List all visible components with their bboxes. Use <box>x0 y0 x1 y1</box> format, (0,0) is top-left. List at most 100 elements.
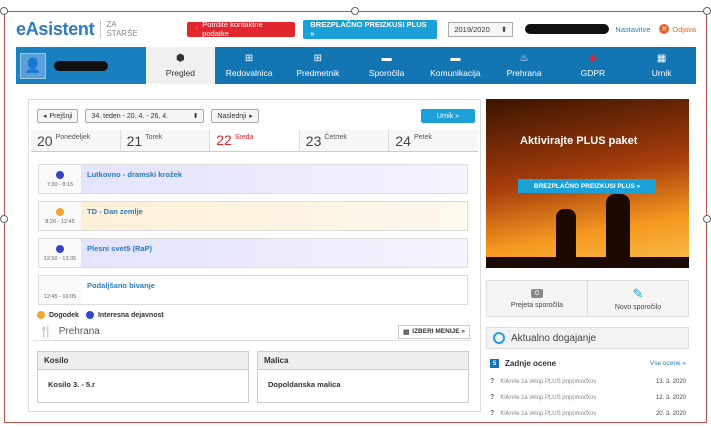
nav-predmetnik[interactable]: ⊞ Predmetnik <box>284 47 353 84</box>
chevron-right-icon: ▸ <box>249 113 253 120</box>
prev-week-button[interactable]: ◂ Prejšnji <box>37 109 79 123</box>
kosilo-value: Kosilo 3. - 5.r <box>48 380 96 389</box>
fork-knife-icon: 🍴 <box>39 326 53 338</box>
received-messages-label: Prejeta sporočila <box>510 301 564 309</box>
grade-row[interactable]: ? Kliknite za vklop PLUS pripomočkov 12.… <box>490 394 686 401</box>
tab-thursday[interactable]: 23 Četrtek <box>299 130 390 151</box>
prehrana-title: Prehrana <box>58 326 100 337</box>
plus-promo-banner[interactable]: Aktivirajte PLUS paket BREZPLAČNO PREIZK… <box>486 99 689 268</box>
schedule-event[interactable]: 12:45 - 16:05 Podaljšano bivanje <box>38 275 468 305</box>
event-time: 12:50 - 13:35 <box>43 255 77 262</box>
confirm-contact-label: Potrdite kontaktne podatke <box>202 20 263 38</box>
grades-header: 5 Zadnje ocene Vse ocene » <box>490 359 686 368</box>
tab-friday[interactable]: 24 Petek <box>389 130 478 151</box>
settings-link[interactable]: Nastavitve <box>615 25 650 34</box>
urnik-button[interactable]: Urnik » <box>421 109 475 123</box>
day-number: 21 <box>126 132 143 149</box>
day-tabs: 20 Ponedeljek 21 Torek 22 Sreda 23 Četrt… <box>31 130 478 152</box>
malica-value: Dopoldanska malica <box>268 380 341 389</box>
day-number: 23 <box>305 132 322 149</box>
event-time-cell: 7:30 - 8:15 <box>39 165 81 193</box>
week-select[interactable]: 34. teden - 20. 4. - 26. 4. ⬍ <box>85 109 205 123</box>
nav-label: Komunikacija <box>430 67 481 78</box>
malica-heading: Malica <box>258 352 468 370</box>
message-count: 0 <box>531 288 543 298</box>
chat-icon: ▬ <box>381 52 392 64</box>
alert-icon: ❗ <box>192 24 203 34</box>
logout-link[interactable]: Odjava <box>672 25 696 34</box>
grade-row[interactable]: ? Kliknite za vklop PLUS pripomočkov 13.… <box>490 378 686 385</box>
day-name: Ponedeljek <box>55 134 91 141</box>
grade-icon: 5 <box>490 359 499 368</box>
day-number: 20 <box>37 132 53 149</box>
event-title: Podaljšano bivanje <box>81 276 467 304</box>
grade-date: 20. 3. 2020 <box>655 410 686 417</box>
question-icon: ? <box>490 410 495 417</box>
nav-label: Redovalnica <box>225 67 273 78</box>
chat-icon: ▬ <box>450 52 461 64</box>
all-grades-link[interactable]: Vse ocene » <box>650 360 686 367</box>
edit-icon: ✎ <box>632 285 644 301</box>
user-block[interactable]: 👤 <box>16 47 146 84</box>
school-year-select[interactable]: 2019/2020 ⬍ <box>448 21 514 37</box>
nav-sporocila[interactable]: ▬ Sporočila <box>352 47 421 84</box>
resize-handle <box>0 215 8 223</box>
promo-title: Aktivirajte PLUS paket <box>520 135 638 147</box>
tab-monday[interactable]: 20 Ponedeljek <box>31 130 121 151</box>
day-name: Četrtek <box>324 134 347 141</box>
try-plus-button[interactable]: BREZPLAČNO PREIZKUSI PLUS » <box>303 19 438 39</box>
grade-date: 12. 3. 2020 <box>655 394 686 401</box>
legend: Dogodek Interesna dejavnost <box>37 311 164 319</box>
choose-menu-button[interactable]: ▤ IZBERI MENIJE » <box>398 324 470 339</box>
new-message[interactable]: ✎ Novo sporočilo <box>587 281 688 316</box>
redacted-user <box>54 60 108 71</box>
event-title: TD - Dan zemlje <box>81 202 467 230</box>
logout-icon[interactable]: ✕ <box>659 24 670 34</box>
nav-label: Predmetnik <box>296 67 340 78</box>
nav-label: Sporočila <box>368 67 405 78</box>
legend-activity: Interesna dejavnost <box>97 311 164 319</box>
chevron-updown-icon: ⬍ <box>500 24 508 34</box>
event-time: 8:20 - 12:45 <box>45 218 75 225</box>
nav-redovalnica[interactable]: ⊞ Redovalnica <box>215 47 284 84</box>
schedule-event[interactable]: 12:50 - 13:35 Plesni svet5 (RaP) <box>38 238 468 268</box>
tab-tuesday[interactable]: 21 Torek <box>120 130 211 151</box>
schedule-event[interactable]: 8:20 - 12:45 TD - Dan zemlje <box>38 201 468 231</box>
messages-box: 0 Prejeta sporočila ✎ Novo sporočilo <box>486 280 689 317</box>
nav-pregled[interactable]: ⬢ Pregled <box>146 47 215 84</box>
nav-urnik[interactable]: ▦ Urnik <box>627 47 696 84</box>
promo-try-plus-button[interactable]: BREZPLAČNO PREIZKUSI PLUS » <box>518 179 656 193</box>
menu-icon: ▤ <box>403 328 410 336</box>
confirm-contact-button[interactable]: ❗ Potrdite kontaktne podatke <box>186 20 296 38</box>
kosilo-heading: Kosilo <box>38 352 248 370</box>
redacted-name <box>525 24 610 34</box>
prehrana-header: 🍴 Prehrana ▤ IZBERI MENIJE » <box>33 323 470 341</box>
choose-menu-label: IZBERI MENIJE » <box>412 328 465 335</box>
tab-wednesday[interactable]: 22 Sreda <box>210 130 300 151</box>
event-time-cell: 8:20 - 12:45 <box>39 202 81 230</box>
grade-row[interactable]: ? Kliknite za vklop PLUS pripomočkov 20.… <box>490 410 686 417</box>
app-logo[interactable]: eAsistent <box>16 19 95 40</box>
schedule-event[interactable]: 7:30 - 8:15 Lutkovno - dramski krožek <box>38 164 468 194</box>
day-name: Torek <box>145 134 163 141</box>
resize-handle <box>0 7 8 15</box>
school-year-value: 2019/2020 <box>454 24 490 34</box>
event-dot-icon <box>37 311 45 319</box>
grade-text: Kliknite za vklop PLUS pripomočkov <box>500 410 597 417</box>
day-number: 22 <box>216 132 232 148</box>
nav-komunikacija[interactable]: ▬ Komunikacija <box>421 47 490 84</box>
activity-dot-icon <box>85 311 94 319</box>
next-week-button[interactable]: Naslednji ▸ <box>211 109 259 123</box>
activity-dot-icon <box>56 170 64 179</box>
nav-label: Prehrana <box>506 67 542 78</box>
plus-square-icon: ⊞ <box>313 52 323 64</box>
nav-gdpr[interactable]: ◉ GDPR <box>559 47 628 84</box>
day-name: Sreda <box>234 134 254 141</box>
prev-week-label: Prejšnji <box>49 112 73 120</box>
chevron-left-icon: ◂ <box>43 113 47 120</box>
day-name: Petek <box>413 134 432 141</box>
event-title: Lutkovno - dramski krožek <box>81 165 467 193</box>
activity-dot-icon <box>56 244 64 253</box>
nav-prehrana[interactable]: ♨ Prehrana <box>490 47 559 84</box>
received-messages[interactable]: 0 Prejeta sporočila <box>487 281 587 316</box>
